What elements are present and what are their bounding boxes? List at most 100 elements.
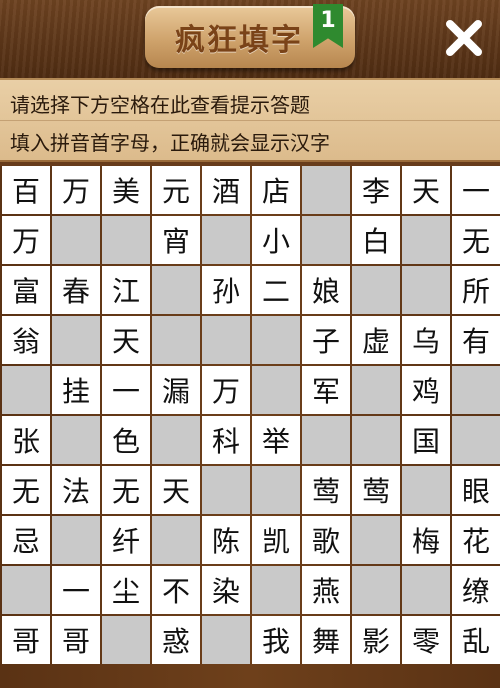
puzzle-cell[interactable]: 军 [302,366,350,414]
puzzle-cell[interactable]: 张 [2,416,50,464]
blank-cell[interactable] [152,516,200,564]
blank-cell[interactable] [352,266,400,314]
puzzle-cell[interactable]: 富 [2,266,50,314]
puzzle-cell[interactable]: 梅 [402,516,450,564]
puzzle-cell[interactable]: 科 [202,416,250,464]
blank-cell[interactable] [202,616,250,664]
puzzle-cell[interactable]: 忌 [2,516,50,564]
puzzle-cell[interactable]: 眼 [452,466,500,514]
puzzle-cell[interactable]: 色 [102,416,150,464]
puzzle-cell[interactable]: 翁 [2,316,50,364]
blank-cell[interactable] [302,416,350,464]
blank-cell[interactable] [352,366,400,414]
puzzle-cell[interactable]: 哥 [52,616,100,664]
puzzle-cell[interactable]: 漏 [152,366,200,414]
puzzle-cell[interactable]: 娘 [302,266,350,314]
blank-cell[interactable] [202,466,250,514]
blank-cell[interactable] [2,366,50,414]
puzzle-cell[interactable]: 二 [252,266,300,314]
puzzle-cell[interactable]: 零 [402,616,450,664]
blank-cell[interactable] [152,266,200,314]
puzzle-cell[interactable]: 李 [352,166,400,214]
puzzle-cell[interactable]: 宵 [152,216,200,264]
blank-cell[interactable] [402,566,450,614]
puzzle-cell[interactable]: 舞 [302,616,350,664]
puzzle-cell[interactable]: 缭 [452,566,500,614]
puzzle-cell[interactable]: 白 [352,216,400,264]
puzzle-cell[interactable]: 江 [102,266,150,314]
puzzle-cell[interactable]: 纤 [102,516,150,564]
puzzle-cell[interactable]: 挂 [52,366,100,414]
puzzle-cell[interactable]: 一 [52,566,100,614]
blank-cell[interactable] [152,416,200,464]
blank-cell[interactable] [452,366,500,414]
puzzle-cell[interactable]: 染 [202,566,250,614]
puzzle-cell[interactable]: 一 [102,366,150,414]
blank-cell[interactable] [252,566,300,614]
blank-cell[interactable] [352,516,400,564]
puzzle-cell[interactable]: 我 [252,616,300,664]
puzzle-cell[interactable]: 无 [102,466,150,514]
blank-cell[interactable] [302,216,350,264]
puzzle-cell[interactable]: 元 [152,166,200,214]
puzzle-cell[interactable]: 百 [2,166,50,214]
puzzle-cell[interactable]: 万 [202,366,250,414]
puzzle-cell[interactable]: 孙 [202,266,250,314]
blank-cell[interactable] [52,216,100,264]
close-button[interactable] [440,14,488,62]
blank-cell[interactable] [252,366,300,414]
puzzle-cell[interactable]: 天 [402,166,450,214]
puzzle-cell[interactable]: 一 [452,166,500,214]
blank-cell[interactable] [352,416,400,464]
puzzle-cell[interactable]: 酒 [202,166,250,214]
puzzle-cell[interactable]: 乌 [402,316,450,364]
blank-cell[interactable] [252,466,300,514]
blank-cell[interactable] [402,266,450,314]
puzzle-cell[interactable]: 万 [52,166,100,214]
puzzle-cell[interactable]: 万 [2,216,50,264]
puzzle-cell[interactable]: 燕 [302,566,350,614]
puzzle-cell[interactable]: 不 [152,566,200,614]
puzzle-cell[interactable]: 子 [302,316,350,364]
puzzle-cell[interactable]: 无 [452,216,500,264]
blank-cell[interactable] [402,466,450,514]
blank-cell[interactable] [102,616,150,664]
puzzle-cell[interactable]: 歌 [302,516,350,564]
puzzle-cell[interactable]: 惑 [152,616,200,664]
blank-cell[interactable] [352,566,400,614]
puzzle-cell[interactable]: 国 [402,416,450,464]
blank-cell[interactable] [202,216,250,264]
puzzle-cell[interactable]: 美 [102,166,150,214]
puzzle-cell[interactable]: 陈 [202,516,250,564]
blank-cell[interactable] [2,566,50,614]
puzzle-cell[interactable]: 虚 [352,316,400,364]
puzzle-cell[interactable]: 所 [452,266,500,314]
blank-cell[interactable] [52,416,100,464]
puzzle-cell[interactable]: 天 [102,316,150,364]
puzzle-cell[interactable]: 无 [2,466,50,514]
puzzle-cell[interactable]: 有 [452,316,500,364]
blank-cell[interactable] [152,316,200,364]
puzzle-cell[interactable]: 店 [252,166,300,214]
puzzle-cell[interactable]: 举 [252,416,300,464]
puzzle-cell[interactable]: 小 [252,216,300,264]
puzzle-cell[interactable]: 莺 [302,466,350,514]
puzzle-cell[interactable]: 鸡 [402,366,450,414]
blank-cell[interactable] [102,216,150,264]
blank-cell[interactable] [452,416,500,464]
blank-cell[interactable] [202,316,250,364]
puzzle-cell[interactable]: 花 [452,516,500,564]
puzzle-cell[interactable]: 莺 [352,466,400,514]
puzzle-cell[interactable]: 乱 [452,616,500,664]
puzzle-cell[interactable]: 凯 [252,516,300,564]
puzzle-cell[interactable]: 尘 [102,566,150,614]
blank-cell[interactable] [52,516,100,564]
puzzle-cell[interactable]: 法 [52,466,100,514]
blank-cell[interactable] [52,316,100,364]
blank-cell[interactable] [402,216,450,264]
puzzle-cell[interactable]: 哥 [2,616,50,664]
blank-cell[interactable] [252,316,300,364]
puzzle-cell[interactable]: 春 [52,266,100,314]
puzzle-cell[interactable]: 天 [152,466,200,514]
puzzle-cell[interactable]: 影 [352,616,400,664]
